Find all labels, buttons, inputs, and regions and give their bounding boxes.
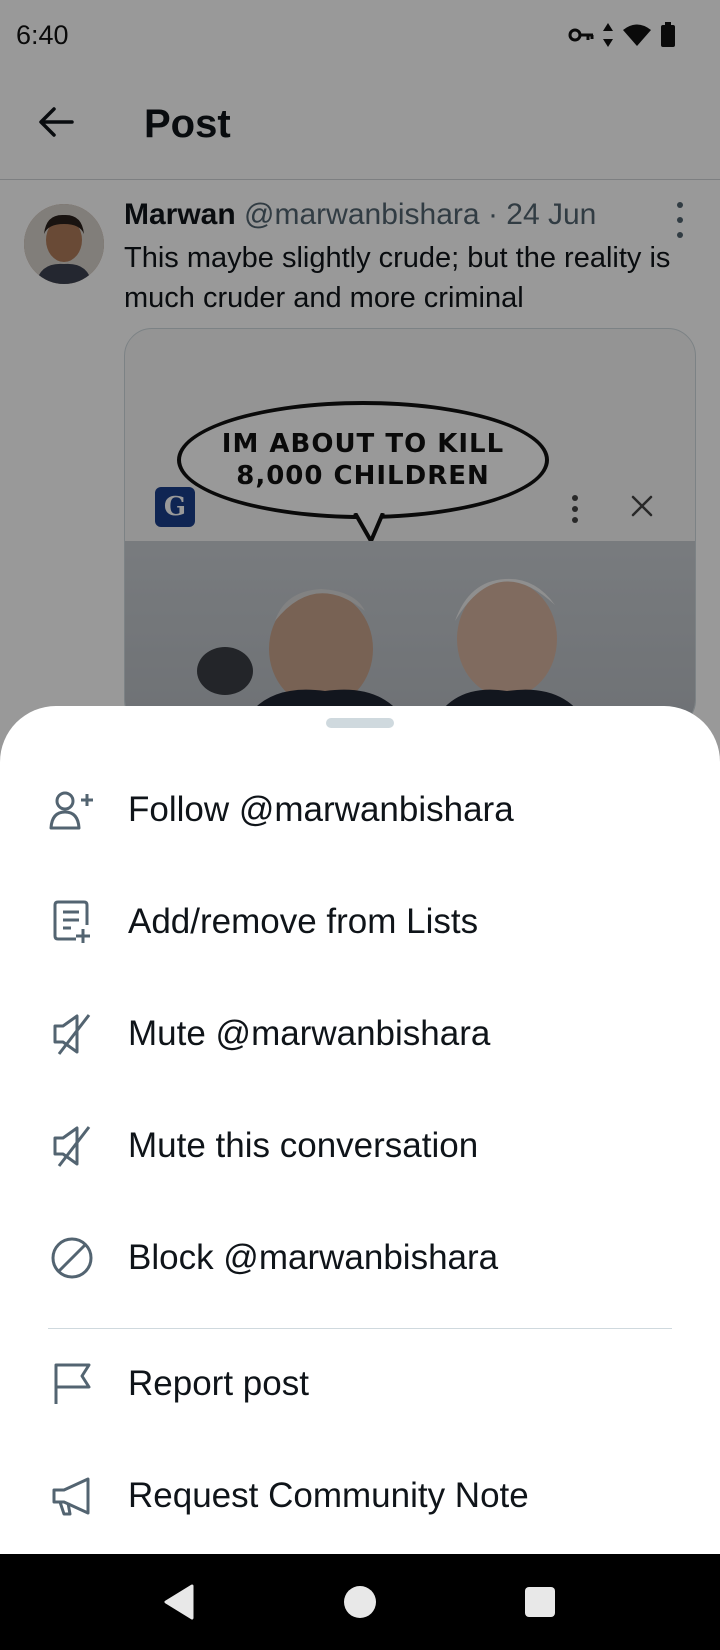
megaphone-icon <box>48 1472 96 1520</box>
menu-item-mute-user[interactable]: Mute @marwanbishara <box>0 978 720 1090</box>
nav-back-button[interactable] <box>152 1574 208 1630</box>
flag-icon <box>48 1360 96 1408</box>
menu-item-report[interactable]: Report post <box>0 1328 720 1440</box>
square-recents-icon <box>525 1587 555 1617</box>
action-bottom-sheet: Follow @marwanbishara Add/remove from Li… <box>0 706 720 1556</box>
triangle-back-icon <box>164 1584 194 1620</box>
menu-item-label: Request Community Note <box>128 1476 529 1515</box>
menu-item-community-note[interactable]: Request Community Note <box>0 1440 720 1552</box>
nav-home-button[interactable] <box>332 1574 388 1630</box>
menu-item-label: Block @marwanbishara <box>128 1238 499 1277</box>
menu-item-lists[interactable]: Add/remove from Lists <box>0 866 720 978</box>
menu-item-label: Follow @marwanbishara <box>128 790 514 829</box>
menu-item-follow[interactable]: Follow @marwanbishara <box>0 754 720 866</box>
block-icon <box>48 1234 96 1282</box>
system-nav-bar <box>0 1554 720 1650</box>
list-add-icon <box>48 898 96 946</box>
menu-item-label: Mute this conversation <box>128 1126 479 1165</box>
mute-icon <box>48 1122 96 1170</box>
menu-item-label: Add/remove from Lists <box>128 902 479 941</box>
menu-item-label: Report post <box>128 1364 309 1403</box>
menu-item-mute-conversation[interactable]: Mute this conversation <box>0 1090 720 1202</box>
circle-home-icon <box>344 1586 376 1618</box>
nav-recents-button[interactable] <box>512 1574 568 1630</box>
follow-user-icon <box>48 786 96 834</box>
mute-icon <box>48 1010 96 1058</box>
sheet-drag-handle[interactable] <box>326 718 394 728</box>
menu-item-label: Mute @marwanbishara <box>128 1014 491 1053</box>
menu-item-block[interactable]: Block @marwanbishara <box>0 1202 720 1314</box>
